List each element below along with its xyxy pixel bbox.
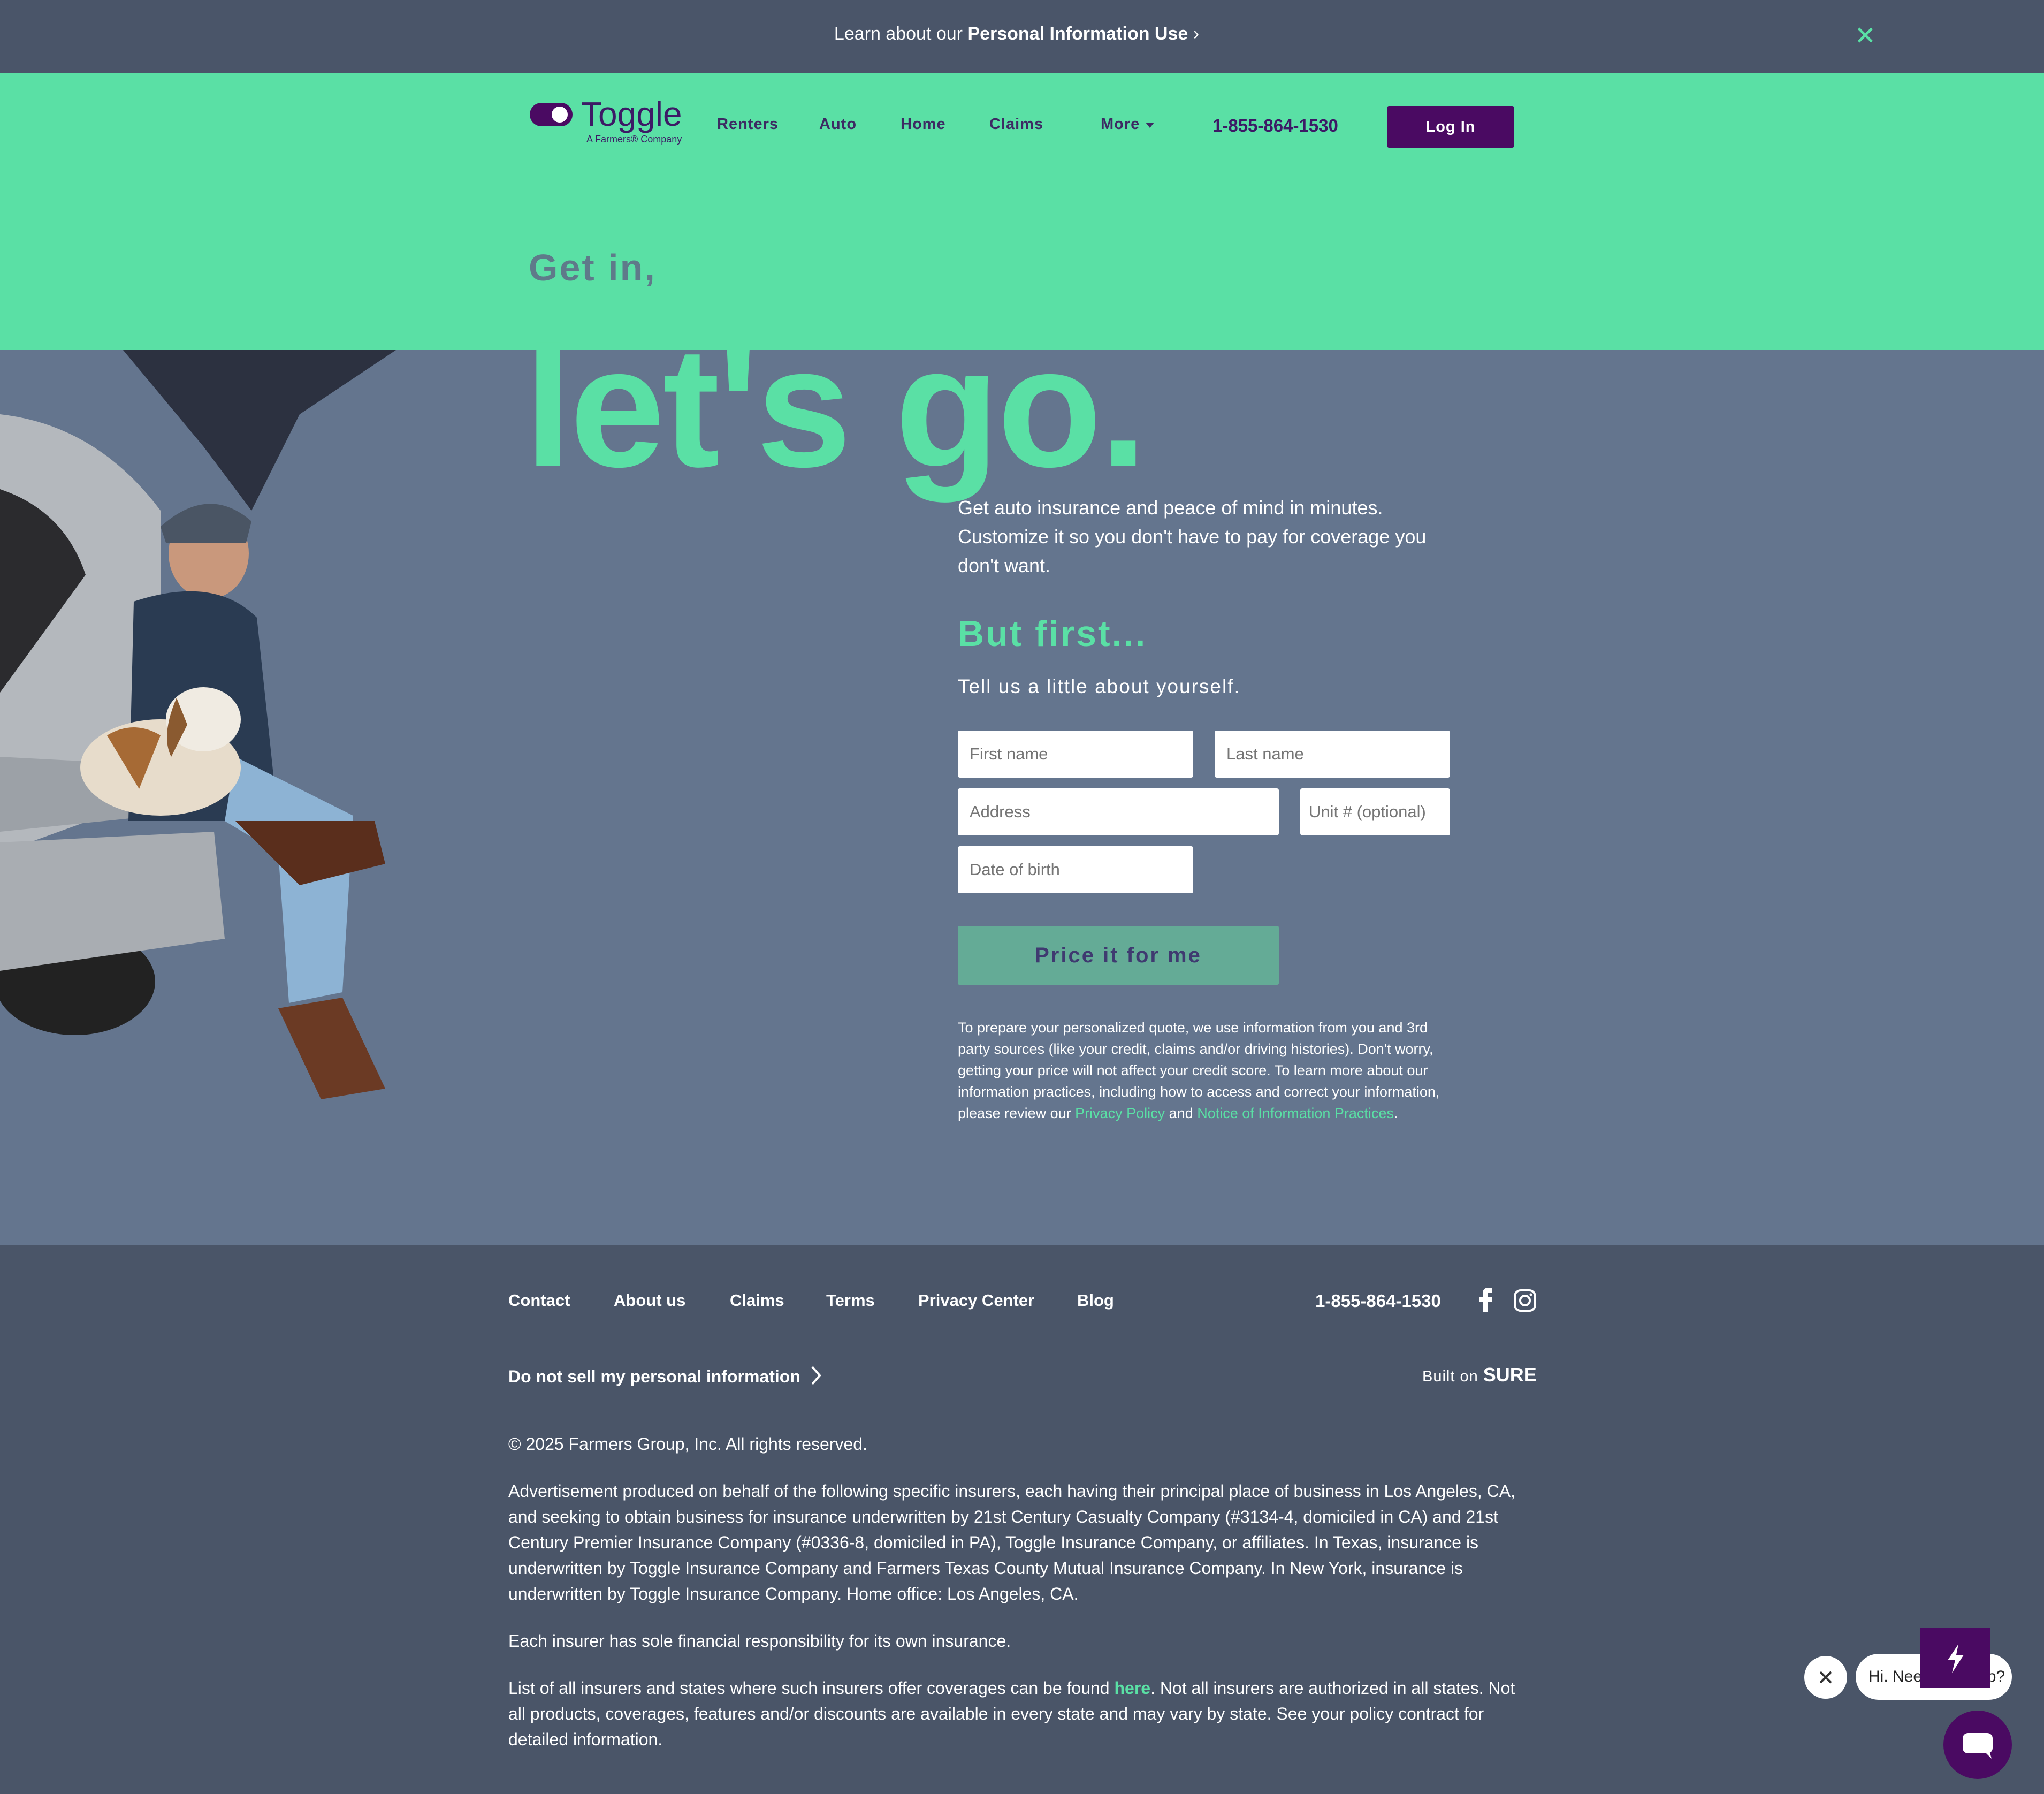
address-field[interactable]	[958, 788, 1279, 835]
banner-link[interactable]: Learn about our Personal Information Use…	[0, 24, 2033, 44]
bolt-icon	[1948, 1644, 1964, 1673]
footer-blog-link[interactable]: Blog	[1077, 1291, 1114, 1310]
last-name-field[interactable]	[1215, 731, 1450, 778]
built-on-label: Built on	[1422, 1368, 1483, 1385]
logo-subtitle: A Farmers® Company	[586, 134, 682, 145]
hero-kicker: Get in,	[529, 247, 657, 288]
logo[interactable]: Toggle A Farmers® Company	[530, 95, 701, 150]
disclaimer-end: .	[1393, 1105, 1398, 1121]
notice-of-information-practices-link[interactable]: Notice of Information Practices	[1197, 1105, 1394, 1121]
login-button[interactable]: Log In	[1387, 106, 1514, 148]
price-it-button[interactable]: Price it for me	[958, 926, 1279, 985]
banner-link-text[interactable]: Personal Information Use	[967, 24, 1188, 44]
footer-privacy-center-link[interactable]: Privacy Center	[918, 1291, 1034, 1310]
copyright: © 2025 Farmers Group, Inc. All rights re…	[508, 1434, 867, 1454]
insurer-list-here-link[interactable]: here	[1114, 1678, 1150, 1698]
footer-contact-link[interactable]: Contact	[508, 1291, 570, 1310]
nav-renters[interactable]: Renters	[717, 116, 779, 133]
built-on-sure[interactable]: Built on SURE	[1422, 1364, 1537, 1386]
nav-auto[interactable]: Auto	[819, 116, 857, 133]
nav-more-label: More	[1101, 116, 1140, 133]
facebook-icon[interactable]	[1478, 1288, 1494, 1312]
close-icon[interactable]: ✕	[1850, 21, 1880, 51]
footer-claims-link[interactable]: Claims	[730, 1291, 784, 1310]
close-icon	[1819, 1671, 1832, 1684]
instagram-icon[interactable]	[1513, 1289, 1537, 1312]
insurer-list-statement: List of all insurers and states where su…	[508, 1675, 1536, 1752]
do-not-sell-link[interactable]: Do not sell my personal information	[508, 1367, 800, 1387]
hero-headline: let's go.	[524, 311, 1147, 503]
chat-icon	[1963, 1733, 1993, 1759]
form-heading: But first...	[958, 613, 1147, 654]
nav-claims[interactable]: Claims	[989, 116, 1043, 133]
unit-field[interactable]	[1300, 788, 1450, 835]
banner-prefix: Learn about our	[834, 24, 968, 44]
header-phone[interactable]: 1-855-864-1530	[1212, 116, 1338, 136]
first-name-field[interactable]	[958, 731, 1193, 778]
date-of-birth-field[interactable]	[958, 846, 1193, 893]
chevron-right-icon: ›	[1193, 24, 1200, 44]
footer-phone[interactable]: 1-855-864-1530	[1315, 1291, 1441, 1311]
insurer-list-prefix: List of all insurers and states where su…	[508, 1678, 1115, 1698]
logo-text: Toggle	[581, 95, 682, 133]
footer-terms-link[interactable]: Terms	[826, 1291, 875, 1310]
footer-about-link[interactable]: About us	[614, 1291, 685, 1310]
chat-dismiss-button[interactable]	[1804, 1656, 1847, 1699]
nav-more[interactable]: More	[1101, 116, 1155, 133]
chat-quick-action[interactable]	[1920, 1628, 1990, 1688]
chevron-right-icon[interactable]	[809, 1364, 824, 1387]
form-prompt: Tell us a little about yourself.	[958, 675, 1241, 697]
privacy-policy-link[interactable]: Privacy Policy	[1075, 1105, 1165, 1121]
disclaimer-and: and	[1165, 1105, 1198, 1121]
nav-home[interactable]: Home	[901, 116, 946, 133]
sure-logo: SURE	[1483, 1364, 1537, 1386]
chat-launcher-button[interactable]	[1943, 1711, 2012, 1779]
advertisement-disclosure: Advertisement produced on behalf of the …	[508, 1481, 1515, 1603]
responsibility-statement: Each insurer has sole financial responsi…	[508, 1631, 1011, 1651]
quote-disclaimer: To prepare your personalized quote, we u…	[958, 1017, 1455, 1124]
hero-intro: Get auto insurance and peace of mind in …	[958, 497, 1427, 576]
hero-image	[0, 350, 396, 1099]
caret-down-icon	[1146, 123, 1155, 128]
